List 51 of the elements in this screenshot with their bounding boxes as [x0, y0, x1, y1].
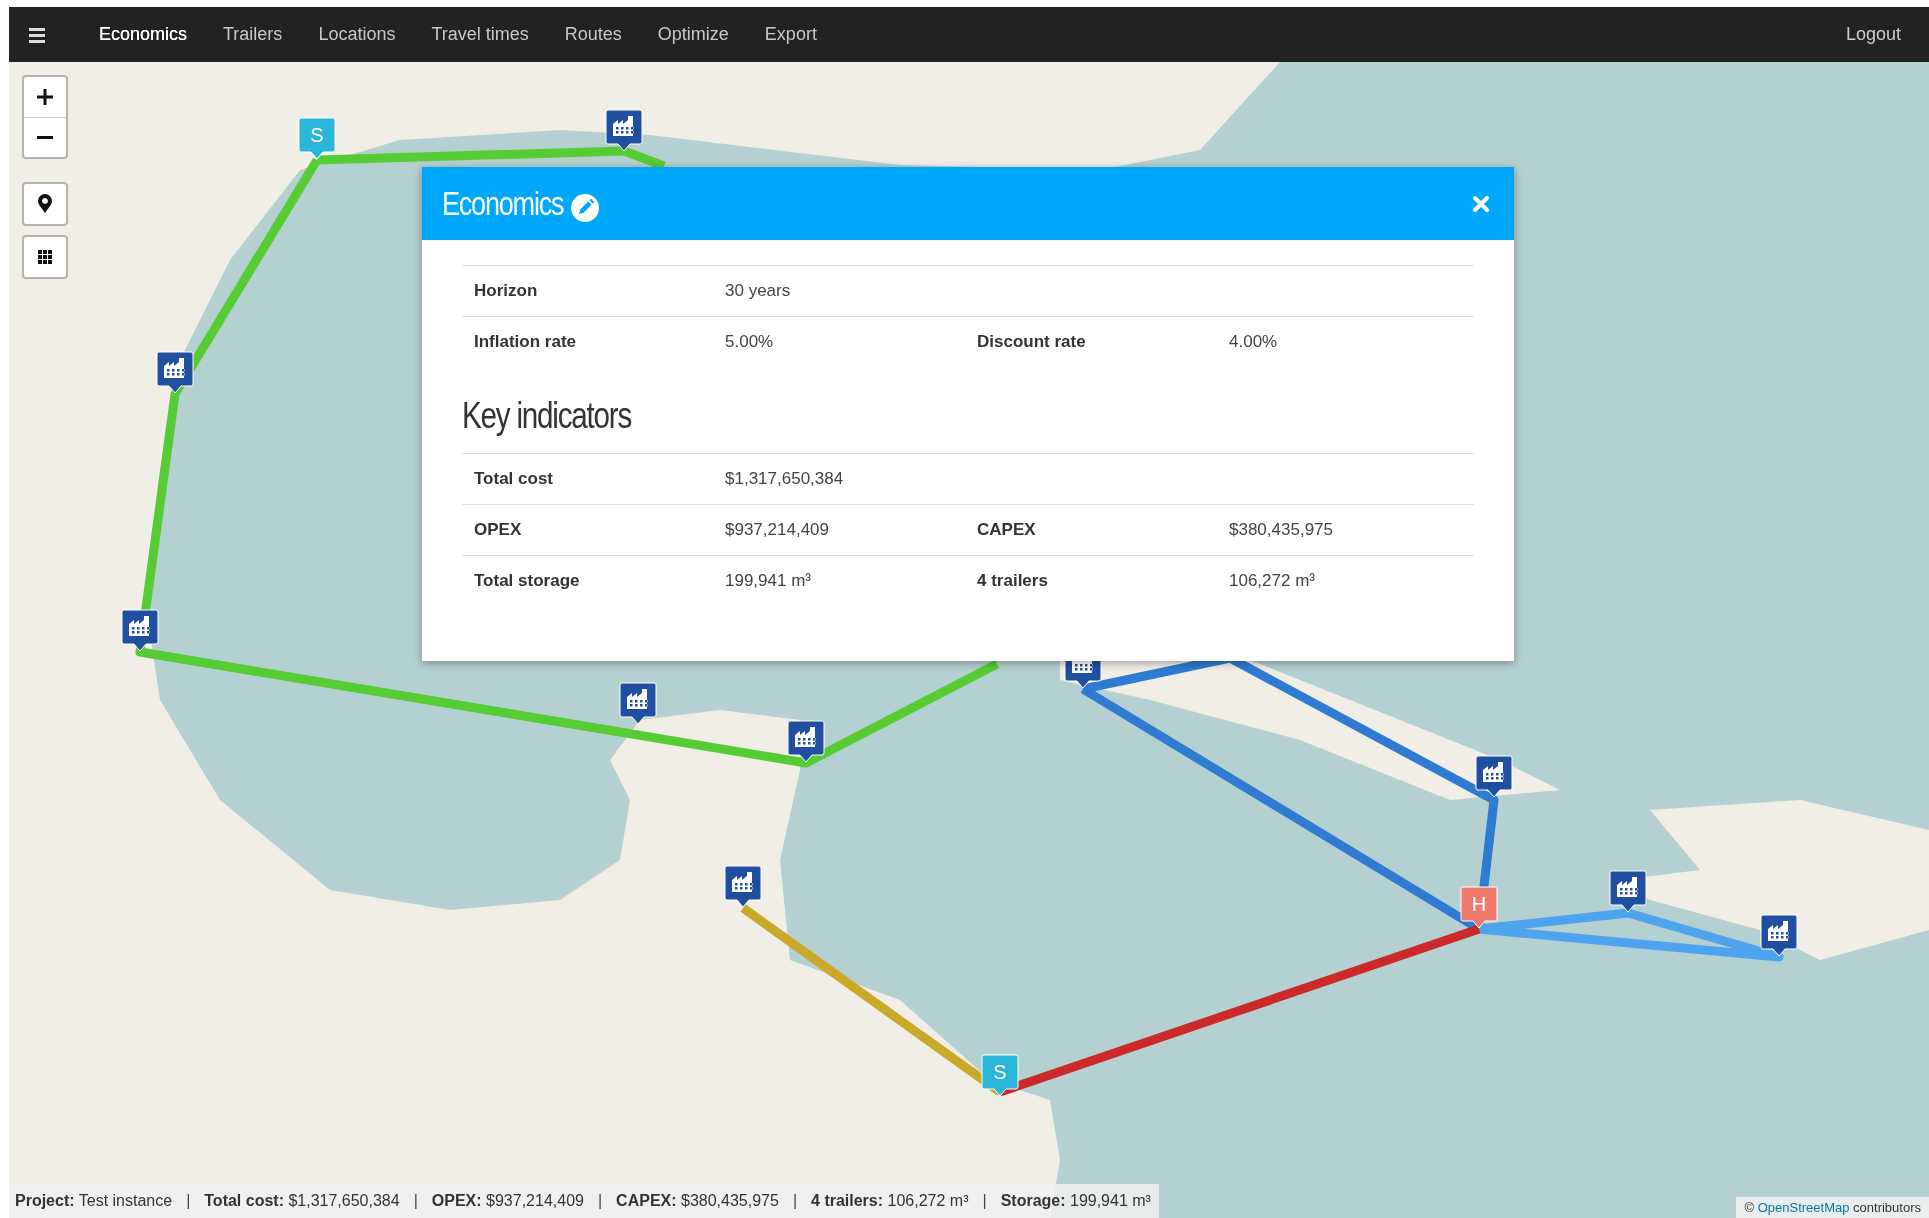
field-label: Total cost: [462, 453, 713, 504]
nav-tab[interactable]: Travel times: [413, 7, 547, 62]
grid-icon: [38, 250, 52, 264]
locate-button[interactable]: [24, 184, 66, 224]
separator: |: [791, 1192, 799, 1210]
field-label: Inflation rate: [462, 316, 713, 367]
status-item: Project: Test instance: [14, 1192, 174, 1210]
field-value: 5.00%: [713, 316, 965, 367]
nav-tab[interactable]: Locations: [300, 7, 414, 62]
nav-tab[interactable]: Routes: [546, 7, 640, 62]
marker-label: H: [1471, 893, 1487, 915]
separator: |: [981, 1192, 988, 1210]
menu-icon[interactable]: [27, 25, 47, 44]
field-label: 4 trailers: [965, 555, 1217, 606]
status-item: Total cost: $1,317,650,384: [203, 1192, 401, 1210]
minus-icon: [37, 136, 53, 139]
field-label: CAPEX: [965, 504, 1217, 555]
status-item: CAPEX: $380,435,975: [615, 1192, 780, 1210]
field-value: $937,214,409: [713, 504, 965, 555]
separator: |: [412, 1192, 419, 1210]
edit-icon[interactable]: [569, 192, 600, 223]
nav-tab[interactable]: Optimize: [639, 7, 747, 62]
field-value: 30 years: [713, 265, 965, 316]
field-value: 4.00%: [1217, 316, 1474, 367]
nav-tab[interactable]: Export: [746, 7, 835, 62]
status-item: Storage: 199,941 m³: [999, 1192, 1152, 1210]
field-label: Discount rate: [965, 316, 1217, 367]
nav-tab[interactable]: Economics: [81, 7, 206, 62]
separator: |: [185, 1192, 192, 1210]
field-label: OPEX: [462, 504, 713, 555]
field-value: 199,941 m³: [713, 555, 965, 606]
separator: |: [596, 1192, 604, 1210]
modal-title: Economics: [442, 184, 564, 223]
logout-link[interactable]: Logout: [1829, 24, 1917, 45]
grid-button[interactable]: [24, 237, 66, 277]
status-item: 4 trailers: 106,272 m³: [810, 1192, 970, 1210]
section-heading: Key indicators: [462, 395, 632, 437]
map-attribution: © OpenStreetMap contributors: [1736, 1197, 1929, 1218]
field-label: Total storage: [462, 555, 713, 606]
marker-label: S: [993, 1061, 1007, 1083]
marker-label: S: [310, 124, 324, 146]
plus-icon: [36, 88, 54, 106]
nav-tab[interactable]: Trailers: [205, 7, 301, 62]
attribution-link[interactable]: OpenStreetMap: [1757, 1200, 1850, 1215]
zoom-out-button[interactable]: [24, 117, 66, 157]
field-value: 106,272 m³: [1217, 555, 1474, 606]
status-item: OPEX: $937,214,409: [430, 1192, 585, 1210]
field-value: $1,317,650,384: [713, 453, 965, 504]
field-value: $380,435,975: [1217, 504, 1474, 555]
map-pin-icon: [37, 194, 53, 214]
field-label: Horizon: [462, 265, 713, 316]
